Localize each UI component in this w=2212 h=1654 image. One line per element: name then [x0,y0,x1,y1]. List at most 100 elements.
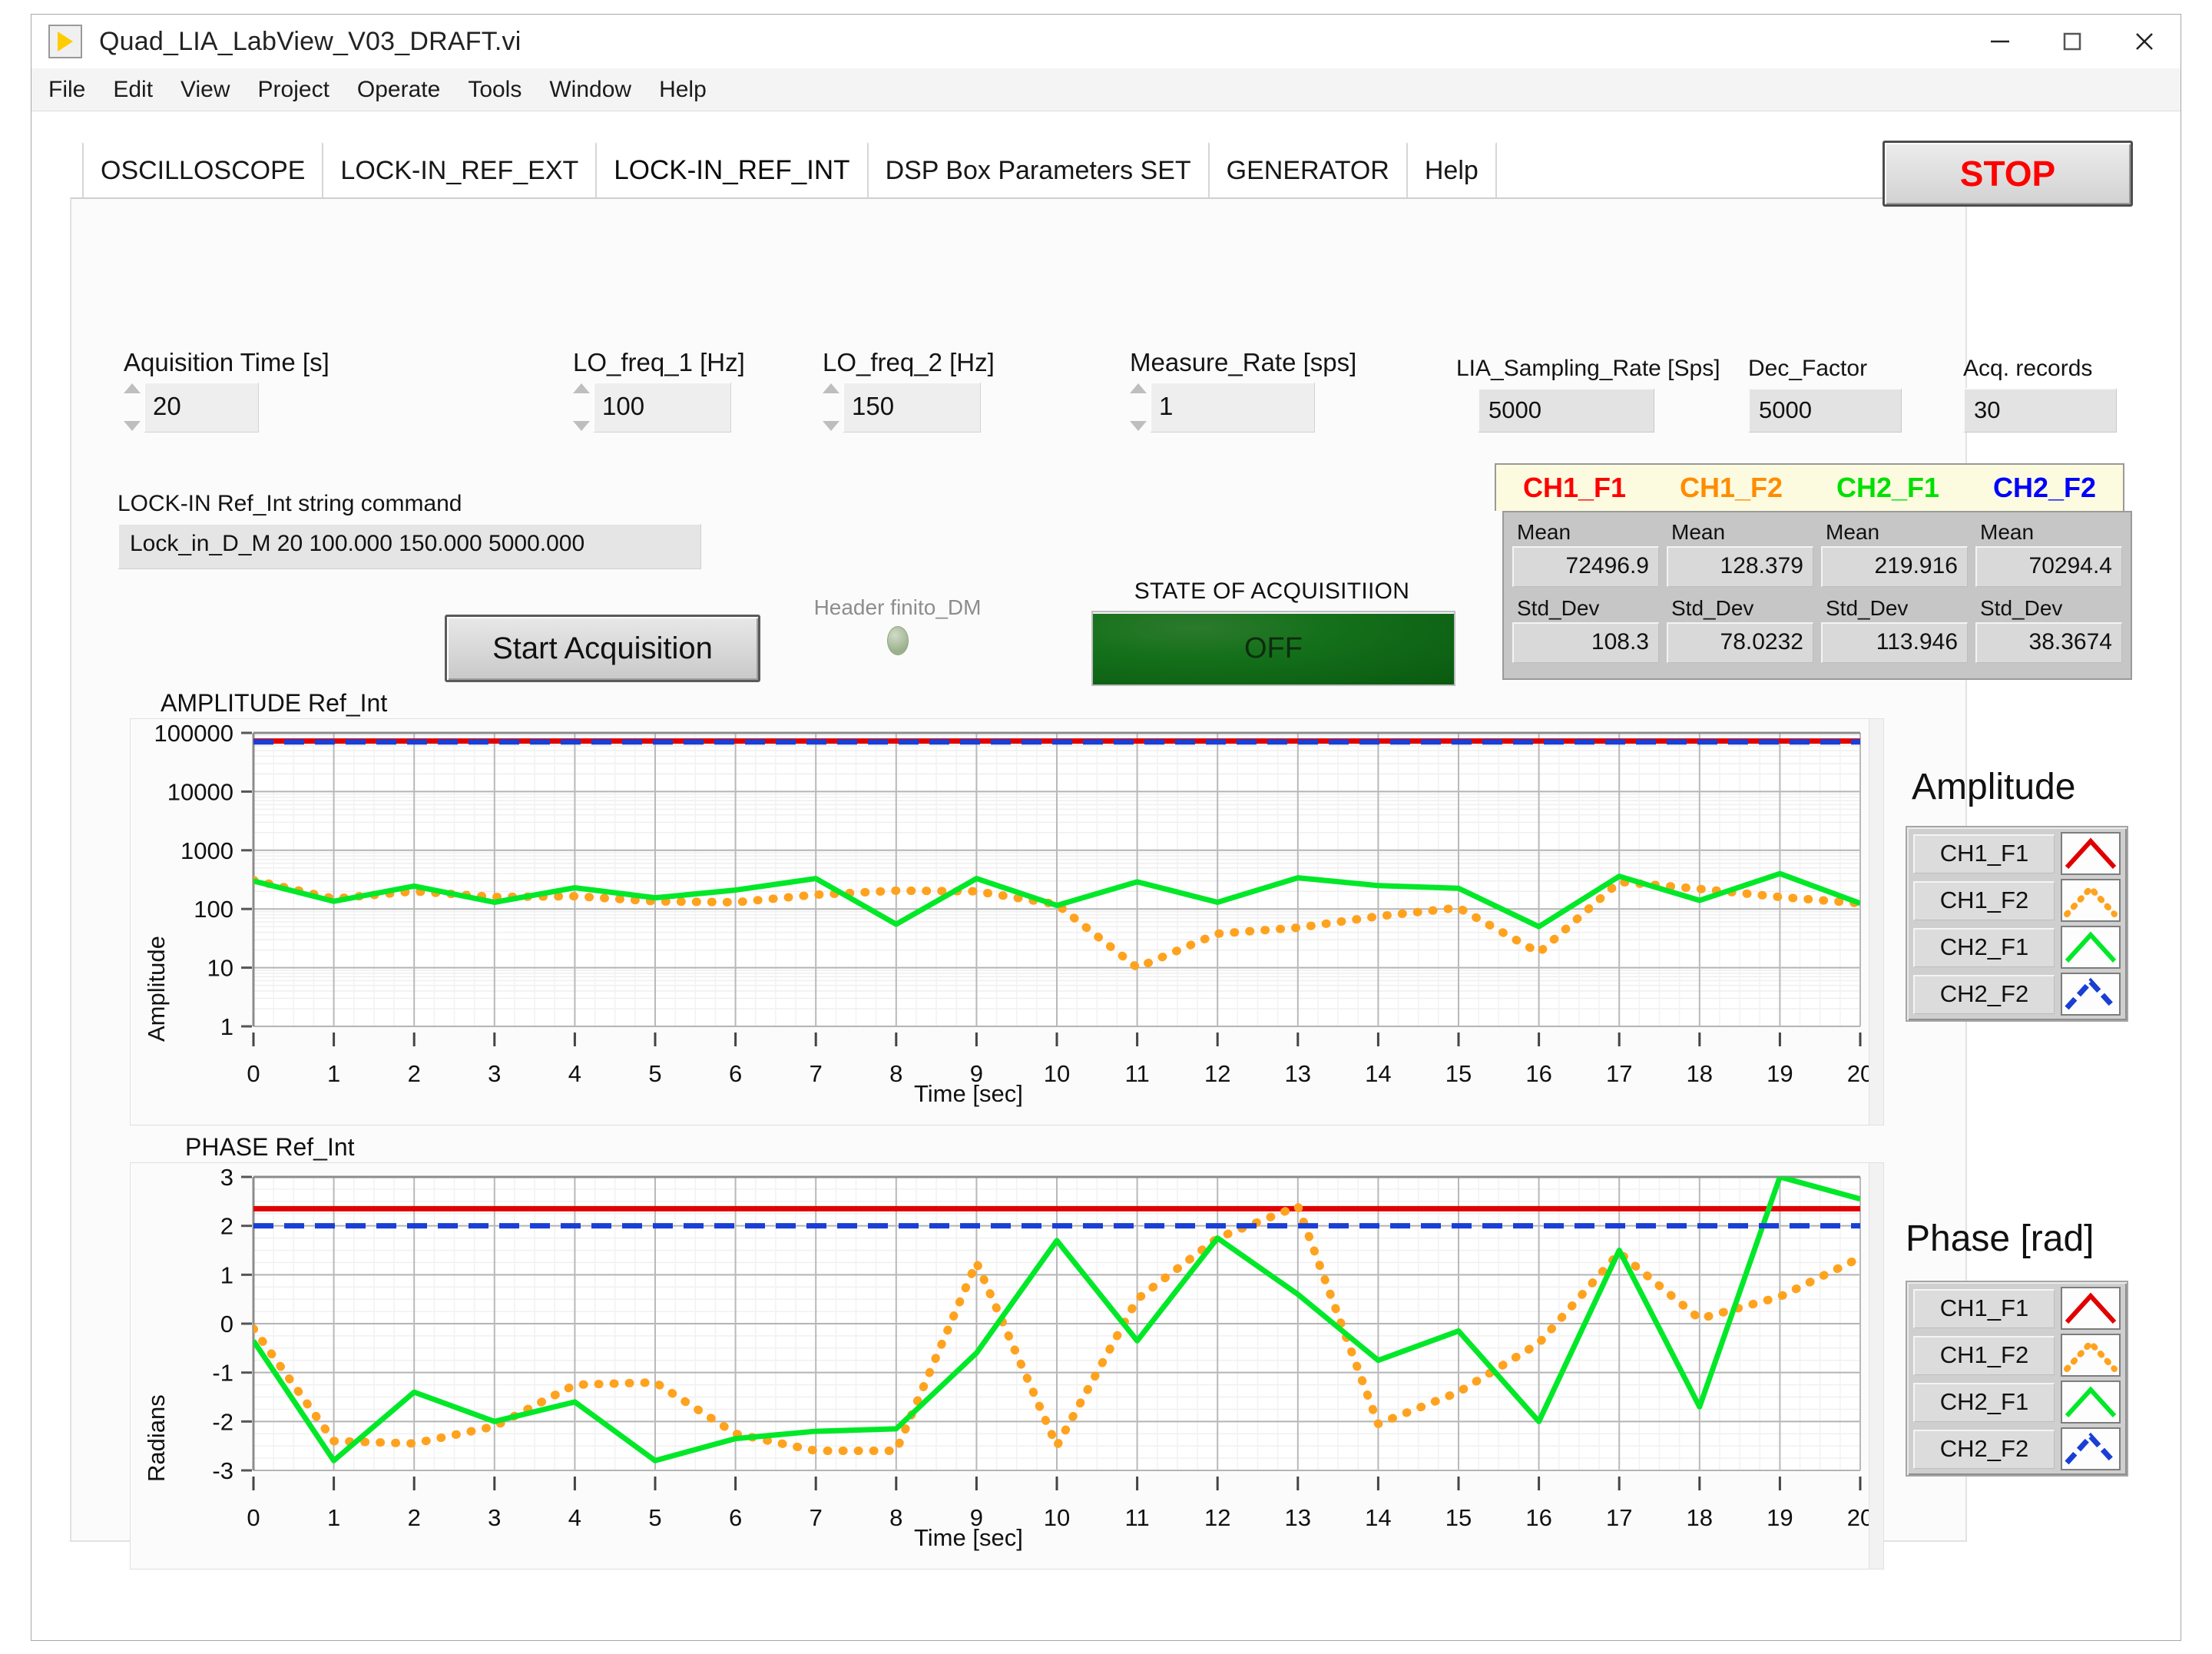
channel-header-ch1-f1[interactable]: CH1_F1 [1496,472,1653,504]
legend-row[interactable]: CH1_F2 [1913,1334,2121,1377]
channel-stats-tab-header: CH1_F1 CH1_F2 CH2_F1 CH2_F2 [1495,463,2124,511]
svg-text:16: 16 [1525,1504,1551,1531]
amplitude-legend-swatch-ch1-f2[interactable] [2061,879,2121,922]
amplitude-legend-swatch-ch2-f2[interactable] [2061,973,2121,1016]
amplitude-legend-label-ch2-f2: CH2_F2 [1913,975,2055,1014]
window-controls [1964,15,2181,68]
channel-header-ch2-f2[interactable]: CH2_F2 [1966,472,2123,504]
lo-freq-2-stepper[interactable] [823,382,843,433]
dec-factor-label: Dec_Factor [1748,356,1902,382]
svg-text:4: 4 [568,1504,581,1531]
legend-row[interactable]: CH2_F1 [1913,1381,2121,1424]
svg-text:17: 17 [1606,1060,1632,1087]
measure-rate-label: Measure_Rate [sps] [1130,348,1356,377]
phase-y-axis-label: Radians [143,1394,171,1482]
phase-legend-label-ch2-f1: CH2_F1 [1913,1383,2055,1422]
phase-legend-title: Phase [rad] [1906,1218,2094,1260]
ch2-f2-std-dev-value: 38.3674 [1975,622,2122,663]
svg-text:16: 16 [1525,1060,1551,1087]
svg-text:3: 3 [488,1060,501,1087]
title-bar: Quad_LIA_LabView_V03_DRAFT.vi [31,15,2181,68]
channel-stats-cluster: Mean 72496.9 Std_Dev 108.3 Mean 128.379 … [1502,511,2132,680]
menu-item-tools[interactable]: Tools [468,77,522,103]
lia-sampling-rate-label: LIA_Sampling_Rate [Sps] [1456,356,1720,382]
svg-text:0: 0 [247,1060,260,1087]
phase-legend-swatch-ch2-f2[interactable] [2061,1427,2121,1470]
acq-records-indicator: Acq. records 30 [1963,356,2117,433]
lo-freq-1-stepper[interactable] [573,382,593,433]
legend-row[interactable]: CH2_F1 [1913,926,2121,969]
amplitude-x-axis-label: Time [sec] [914,1080,1023,1108]
amplitude-graph-scrollbar[interactable] [1869,718,1884,1125]
maximize-icon[interactable] [2036,15,2108,68]
tab-help[interactable]: Help [1406,142,1497,197]
svg-text:5: 5 [648,1504,661,1531]
legend-row[interactable]: CH1_F2 [1913,879,2121,922]
svg-text:14: 14 [1365,1504,1391,1531]
tab-generator[interactable]: GENERATOR [1208,142,1408,197]
ch1-f2-std-dev-value: 78.0232 [1667,622,1813,663]
svg-text:6: 6 [729,1060,742,1087]
svg-text:2: 2 [408,1060,421,1087]
phase-legend[interactable]: CH1_F1 CH1_F2 CH2_F1 CH2_F2 [1906,1281,2128,1477]
tab-lock-in-ref-ext[interactable]: LOCK-IN_REF_EXT [322,142,597,197]
acquisition-time-input[interactable]: 20 [144,382,259,433]
close-icon[interactable] [2108,15,2181,68]
menu-item-edit[interactable]: Edit [113,77,153,103]
svg-text:1: 1 [220,1013,233,1040]
acquisition-time-stepper[interactable] [124,382,144,433]
acq-records-label: Acq. records [1963,356,2117,382]
menu-item-file[interactable]: File [48,77,85,103]
menu-item-view[interactable]: View [180,77,230,103]
channel-header-ch2-f1[interactable]: CH2_F1 [1810,472,1966,504]
measure-rate-stepper[interactable] [1130,382,1150,433]
lo-freq-1-label: LO_freq_1 [Hz] [573,348,745,377]
channel-stats-column-ch2-f2: Mean 70294.4 Std_Dev 38.3674 [1974,517,2124,674]
state-of-acquisition-group: STATE OF ACQUISITIION OFF [1091,578,1452,686]
tab-lock-in-ref-int[interactable]: LOCK-IN_REF_INT [595,142,868,197]
amplitude-legend-swatch-ch2-f1[interactable] [2061,926,2121,969]
amplitude-y-axis-label: Amplitude [143,936,171,1042]
amplitude-legend-swatch-ch1-f1[interactable] [2061,832,2121,875]
minimize-icon[interactable] [1964,15,2036,68]
svg-text:10: 10 [1044,1504,1070,1531]
mean-label: Mean [1511,517,1661,546]
legend-row[interactable]: CH1_F1 [1913,1287,2121,1330]
dec-factor-value: 5000 [1748,388,1902,433]
lo-freq-2-input[interactable]: 150 [843,382,981,433]
menu-item-window[interactable]: Window [549,77,631,103]
std-dev-label: Std_Dev [1665,593,1815,622]
phase-graph-scrollbar[interactable] [1869,1162,1884,1569]
svg-text:-3: -3 [212,1457,233,1484]
channel-header-ch1-f2[interactable]: CH1_F2 [1653,472,1810,504]
phase-legend-swatch-ch1-f1[interactable] [2061,1287,2121,1330]
phase-legend-swatch-ch1-f2[interactable] [2061,1334,2121,1377]
phase-legend-label-ch1-f1: CH1_F1 [1913,1289,2055,1328]
amplitude-graph[interactable]: Amplitude 100000100001000100101012345678… [130,718,1881,1125]
legend-row[interactable]: CH2_F2 [1913,973,2121,1016]
legend-row[interactable]: CH1_F1 [1913,832,2121,875]
stop-button[interactable]: STOP [1883,141,2133,207]
svg-text:10: 10 [1044,1060,1070,1087]
svg-text:11: 11 [1125,1504,1150,1531]
lo-freq-1-control: LO_freq_1 [Hz] 100 [573,348,745,433]
start-acquisition-button[interactable]: Start Acquisition [445,615,760,682]
lo-freq-1-input[interactable]: 100 [593,382,731,433]
svg-text:100000: 100000 [154,720,233,747]
menu-item-help[interactable]: Help [659,77,707,103]
legend-row[interactable]: CH2_F2 [1913,1427,2121,1470]
svg-text:3: 3 [220,1164,233,1191]
svg-text:19: 19 [1767,1504,1793,1531]
menu-item-project[interactable]: Project [258,77,329,103]
std-dev-label: Std_Dev [1974,593,2124,622]
amplitude-legend[interactable]: CH1_F1 CH1_F2 CH2_F1 CH2_F2 [1906,826,2128,1022]
tab-dsp-box-parameters[interactable]: DSP Box Parameters SET [867,142,1210,197]
svg-text:19: 19 [1767,1060,1793,1087]
tab-oscilloscope[interactable]: OSCILLOSCOPE [82,142,323,197]
phase-graph[interactable]: Radians 3210-1-2-30123456789101112131415… [130,1162,1881,1569]
svg-text:12: 12 [1204,1060,1230,1087]
menu-item-operate[interactable]: Operate [357,77,440,103]
measure-rate-input[interactable]: 1 [1150,382,1315,433]
phase-legend-swatch-ch2-f1[interactable] [2061,1381,2121,1424]
ch2-f2-mean-value: 70294.4 [1975,546,2122,587]
